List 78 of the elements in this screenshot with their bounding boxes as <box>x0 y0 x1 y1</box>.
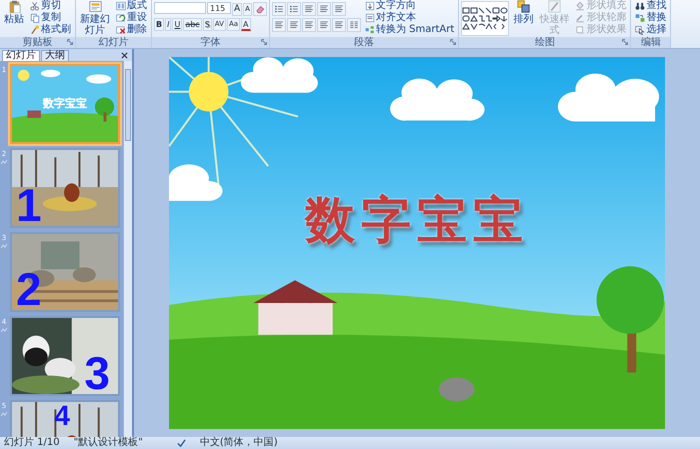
align-text-icon <box>364 13 375 23</box>
layout-icon <box>116 1 126 11</box>
group-label: 幻灯片 <box>98 37 128 48</box>
align-icon[interactable] <box>316 18 331 32</box>
delete-icon <box>116 25 126 35</box>
align-icon[interactable] <box>332 18 346 32</box>
shapes-gallery-icon[interactable] <box>461 1 510 36</box>
align-icon[interactable] <box>286 18 301 32</box>
slide-digit: 2 <box>16 264 42 310</box>
theme-name: "默认设计模板" <box>74 437 143 449</box>
scrollbar[interactable] <box>123 61 132 437</box>
language: 中文(简体，中国) <box>200 437 278 449</box>
launcher-icon[interactable] <box>450 39 456 45</box>
ribbon-button[interactable]: 重设 <box>114 12 149 24</box>
ribbon-button[interactable]: 转换为 SmartArt <box>362 24 456 36</box>
eraser-icon[interactable] <box>252 2 267 16</box>
ribbon-button[interactable]: 格式刷 <box>28 24 73 36</box>
align-icon[interactable] <box>332 2 346 16</box>
brush-icon <box>548 0 561 13</box>
square-icon <box>575 25 586 35</box>
ribbon-button[interactable]: 版式 <box>114 0 149 12</box>
size-field[interactable]: 115 <box>207 2 231 14</box>
ribbon-button[interactable]: 删除 <box>114 24 149 36</box>
format-button[interactable]: U <box>172 18 182 31</box>
close-icon[interactable] <box>121 52 128 59</box>
format-button[interactable]: B <box>154 18 164 31</box>
pane-tab[interactable]: 幻灯片 <box>2 50 40 61</box>
ribbon-button[interactable]: 新建幻灯片 <box>78 0 112 36</box>
smartart-icon <box>364 25 375 35</box>
slide-title: 数字宝宝 <box>303 189 530 251</box>
binoculars-icon <box>635 1 646 11</box>
group-label: 段落 <box>354 37 374 48</box>
format-button[interactable]: abc <box>183 18 202 31</box>
ribbon-button[interactable]: 排列 <box>511 0 536 25</box>
paint-bucket-icon <box>575 1 586 11</box>
font-field[interactable] <box>154 2 206 14</box>
cursor-icon <box>635 25 646 35</box>
align-icon[interactable] <box>302 18 316 32</box>
ribbon-button[interactable]: 替换 <box>633 12 668 24</box>
stacked-shapes-icon <box>516 0 530 13</box>
format-button[interactable]: I <box>165 18 172 31</box>
format-button[interactable]: A <box>241 18 250 31</box>
columns-icon[interactable] <box>346 18 361 32</box>
format-button[interactable]: S <box>202 18 212 31</box>
group-label: 剪贴板 <box>22 37 52 48</box>
align-icon[interactable] <box>272 18 286 32</box>
slide-icon <box>88 0 102 13</box>
brush-icon <box>30 25 40 35</box>
align-icon[interactable] <box>302 2 316 16</box>
format-button[interactable]: A <box>232 2 242 16</box>
pane-tab[interactable]: 大纲 <box>41 50 69 61</box>
group-label: 编辑 <box>640 37 661 48</box>
align-icon[interactable] <box>316 2 331 16</box>
slide-count: 幻灯片 1/10 <box>4 437 60 449</box>
ribbon-button[interactable]: 粘贴 <box>2 0 26 25</box>
list-icon[interactable] <box>286 2 301 16</box>
launcher-icon[interactable] <box>622 39 628 45</box>
spellcheck-icon[interactable] <box>176 438 186 448</box>
slide-digit: 3 <box>84 348 110 394</box>
group-label: 字体 <box>200 37 220 48</box>
reset-icon <box>116 13 126 23</box>
slide-thumbnail[interactable]: 3 <box>10 316 120 396</box>
ribbon-button[interactable]: 选择 <box>633 24 668 36</box>
list-icon[interactable] <box>272 2 286 16</box>
group-label: 绘图 <box>534 37 555 48</box>
copy-icon <box>30 13 40 23</box>
text-direction-icon <box>364 1 375 11</box>
scissors-icon <box>30 1 40 11</box>
clipboard-icon <box>8 0 20 13</box>
ribbon-button[interactable]: 对齐文本 <box>362 12 418 24</box>
thumbnail-title: 数字宝宝 <box>42 96 88 111</box>
replace-icon <box>635 13 646 23</box>
pen-icon <box>575 13 586 23</box>
ribbon-button[interactable]: 复制 <box>28 12 63 24</box>
ribbon-button[interactable]: 查找 <box>633 0 668 12</box>
slide-digit: 1 <box>16 180 42 226</box>
launcher-icon[interactable] <box>260 39 267 45</box>
launcher-icon[interactable] <box>67 39 73 45</box>
